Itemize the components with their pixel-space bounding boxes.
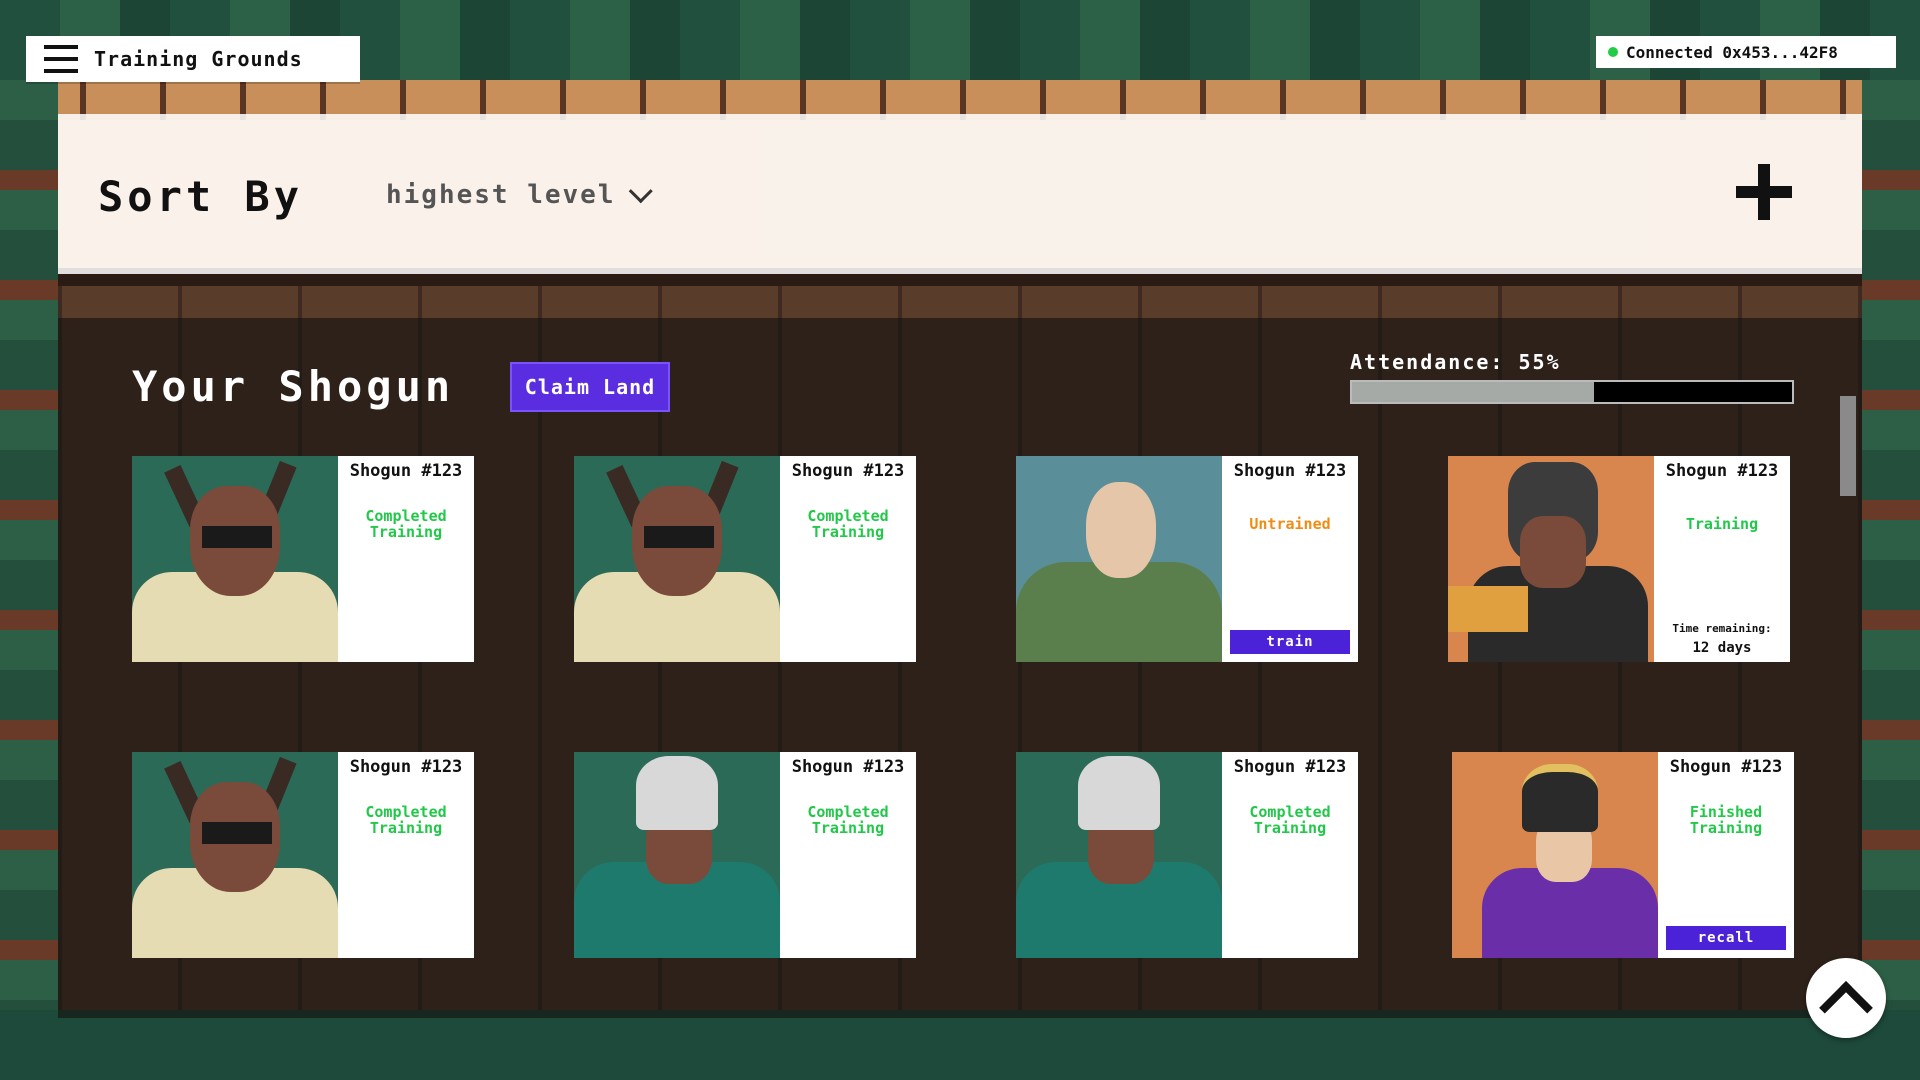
shogun-name: Shogun #123 [1233,461,1347,481]
shogun-status: Completed Training [1249,803,1331,837]
sort-bar: Sort By highest level [58,114,1862,274]
trees-bottom [0,1010,1920,1080]
trees-right [1862,80,1920,1020]
scrollbar[interactable] [1840,396,1856,496]
shogun-name: Shogun #123 [791,461,905,481]
shogun-card[interactable]: Shogun #123 Completed Training [132,456,474,662]
shogun-portrait [1448,456,1654,662]
attendance-bar-fill [1352,382,1594,402]
attendance-label: Attendance: 55% [1350,350,1561,374]
shogun-info: Shogun #123 Completed Training [780,456,916,662]
connected-dot-icon [1608,47,1618,57]
shogun-name: Shogun #123 [1665,461,1779,481]
shogun-info: Shogun #123 Completed Training [338,752,474,958]
chevron-up-icon [1819,981,1873,1035]
shogun-card[interactable]: Shogun #123 Finished Training recall [1452,752,1794,958]
shogun-status: Completed Training [807,803,889,837]
sort-selected-value: highest level [386,180,616,210]
title-bar: Training Grounds [26,36,360,82]
wallet-status-text: Connected 0x453...42F8 [1626,42,1838,62]
shogun-status: Training [1685,515,1759,533]
shogun-portrait [1016,752,1222,958]
time-remaining-value: 12 days [1692,640,1752,656]
shogun-info: Shogun #123 Training Time remaining: 12 … [1654,456,1790,662]
recall-button[interactable]: recall [1666,926,1786,950]
shogun-portrait [132,752,338,958]
shogun-portrait [132,456,338,662]
shogun-card[interactable]: Shogun #123 Untrained train [1016,456,1358,662]
menu-icon[interactable] [44,45,78,73]
shogun-status: Completed Training [365,803,447,837]
chevron-down-icon [628,178,653,203]
shogun-info: Shogun #123 Completed Training [338,456,474,662]
attendance-bar [1350,380,1794,404]
shogun-portrait [1452,752,1658,958]
shogun-card[interactable]: Shogun #123 Training Time remaining: 12 … [1448,456,1790,662]
shogun-card[interactable]: Shogun #123 Completed Training [574,752,916,958]
shogun-status: Untrained [1249,515,1331,533]
shogun-card[interactable]: Shogun #123 Completed Training [132,752,474,958]
shogun-name: Shogun #123 [791,757,905,777]
shogun-info: Shogun #123 Completed Training [1222,752,1358,958]
wallet-status[interactable]: Connected 0x453...42F8 [1596,36,1896,68]
shogun-info: Shogun #123 Completed Training [780,752,916,958]
shogun-name: Shogun #123 [1669,757,1783,777]
shogun-status: Completed Training [365,507,447,541]
shogun-name: Shogun #123 [349,461,463,481]
train-button[interactable]: train [1230,630,1350,654]
time-remaining-label: Time remaining: [1672,622,1772,635]
shogun-info: Shogun #123 Untrained train [1222,456,1358,662]
shogun-portrait [574,456,780,662]
plus-icon[interactable] [1736,164,1792,220]
shogun-card[interactable]: Shogun #123 Completed Training [574,456,916,662]
shogun-portrait [1016,456,1222,662]
panel-title: Your Shogun [132,362,455,411]
shogun-portrait [574,752,780,958]
shogun-info: Shogun #123 Finished Training recall [1658,752,1794,958]
trees-left [0,80,58,1020]
scroll-top-button[interactable] [1806,958,1886,1038]
sort-dropdown[interactable]: highest level [386,178,653,210]
shogun-status: Completed Training [807,507,889,541]
page-title: Training Grounds [94,47,303,71]
shogun-name: Shogun #123 [1233,757,1347,777]
shogun-status: Finished Training [1689,803,1763,837]
shogun-name: Shogun #123 [349,757,463,777]
shogun-panel: Your Shogun Claim Land Attendance: 55% S… [58,318,1862,1018]
claim-land-button[interactable]: Claim Land [510,362,670,412]
shogun-card[interactable]: Shogun #123 Completed Training [1016,752,1358,958]
sort-label: Sort By [98,172,304,221]
